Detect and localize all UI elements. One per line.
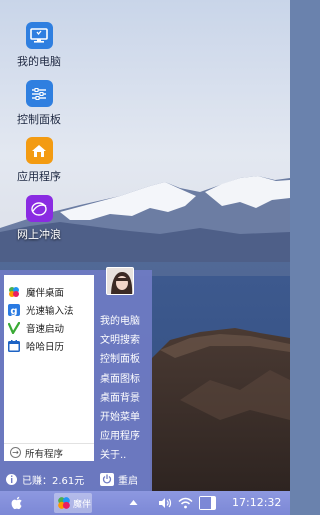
v-check-icon [8,322,20,334]
restart-button[interactable]: 重启 [100,471,138,487]
calendar-icon [8,340,20,352]
start-menu-app-item[interactable]: 魔伴桌面 [8,284,94,300]
desktop-icon-label: 网上冲浪 [17,228,61,241]
desktop-icon-my-computer[interactable]: 我的电脑 [10,22,68,69]
info-icon [6,473,17,485]
app-item-label: 魔伴桌面 [26,288,65,299]
arrow-right-icon: → [10,447,21,458]
globe-icon [25,195,53,222]
battery-icon[interactable] [199,496,216,510]
app-item-label: 哈哈日历 [26,342,65,353]
all-programs-button[interactable]: → 所有程序 [4,443,94,461]
app-item-label: 音速启动 [26,324,65,335]
power-icon [100,472,114,486]
taskbar: 魔伴 17:12:32 [0,491,290,515]
tray-expand-icon[interactable] [129,499,138,506]
desktop-icon-web-surfing[interactable]: 网上冲浪 [10,195,68,242]
app-item-label: 光速输入法 [26,306,74,317]
menu-item-about[interactable]: 关于.. [100,445,126,461]
start-menu-app-list: 魔伴桌面 g 光速输入法 音速启动 哈哈日历 → 所有程序 [4,275,94,461]
menu-item-my-computer[interactable]: 我的电脑 [100,311,140,327]
taskbar-app-button[interactable]: 魔伴 [54,493,92,513]
menu-item-control-panel[interactable]: 控制面板 [100,349,140,365]
menu-item-desktop-background[interactable]: 桌面背景 [100,388,140,404]
pinwheel-icon [58,497,70,509]
g-keyboard-icon: g [8,304,20,316]
user-avatar[interactable] [106,267,134,295]
volume-icon[interactable] [158,497,172,509]
earnings-label: 已赚：2.61元 [22,475,85,487]
start-menu-app-item[interactable]: 哈哈日历 [8,338,94,354]
pinwheel-icon [8,286,20,298]
start-menu-app-item[interactable]: g 光速输入法 [8,302,94,318]
sliders-icon [25,80,53,107]
menu-item-desktop-icons[interactable]: 桌面图标 [100,369,140,385]
start-menu-app-item[interactable]: 音速启动 [8,320,94,336]
desktop-icon-label: 应用程序 [17,170,61,183]
desktop-icon-label: 我的电脑 [17,55,61,68]
wifi-icon[interactable] [178,497,193,509]
menu-item-applications[interactable]: 应用程序 [100,426,140,442]
restart-label: 重启 [118,475,138,487]
taskbar-clock[interactable]: 17:12:32 [232,496,281,509]
house-icon [25,137,53,164]
desktop-icon-label: 控制面板 [17,113,61,126]
menu-item-start-menu[interactable]: 开始菜单 [100,407,140,423]
battery-level [200,497,211,509]
desktop-icon-control-panel[interactable]: 控制面板 [10,80,68,127]
earnings-status: 已赚：2.61元 [6,471,84,487]
menu-item-search[interactable]: 文明搜索 [100,330,140,346]
apple-start-icon[interactable] [9,495,25,511]
svg-text:g: g [10,306,17,316]
taskbar-app-label: 魔伴 [73,499,92,510]
monitor-icon [25,22,53,49]
desktop-icon-applications[interactable]: 应用程序 [10,137,68,184]
all-programs-label: 所有程序 [25,448,64,460]
